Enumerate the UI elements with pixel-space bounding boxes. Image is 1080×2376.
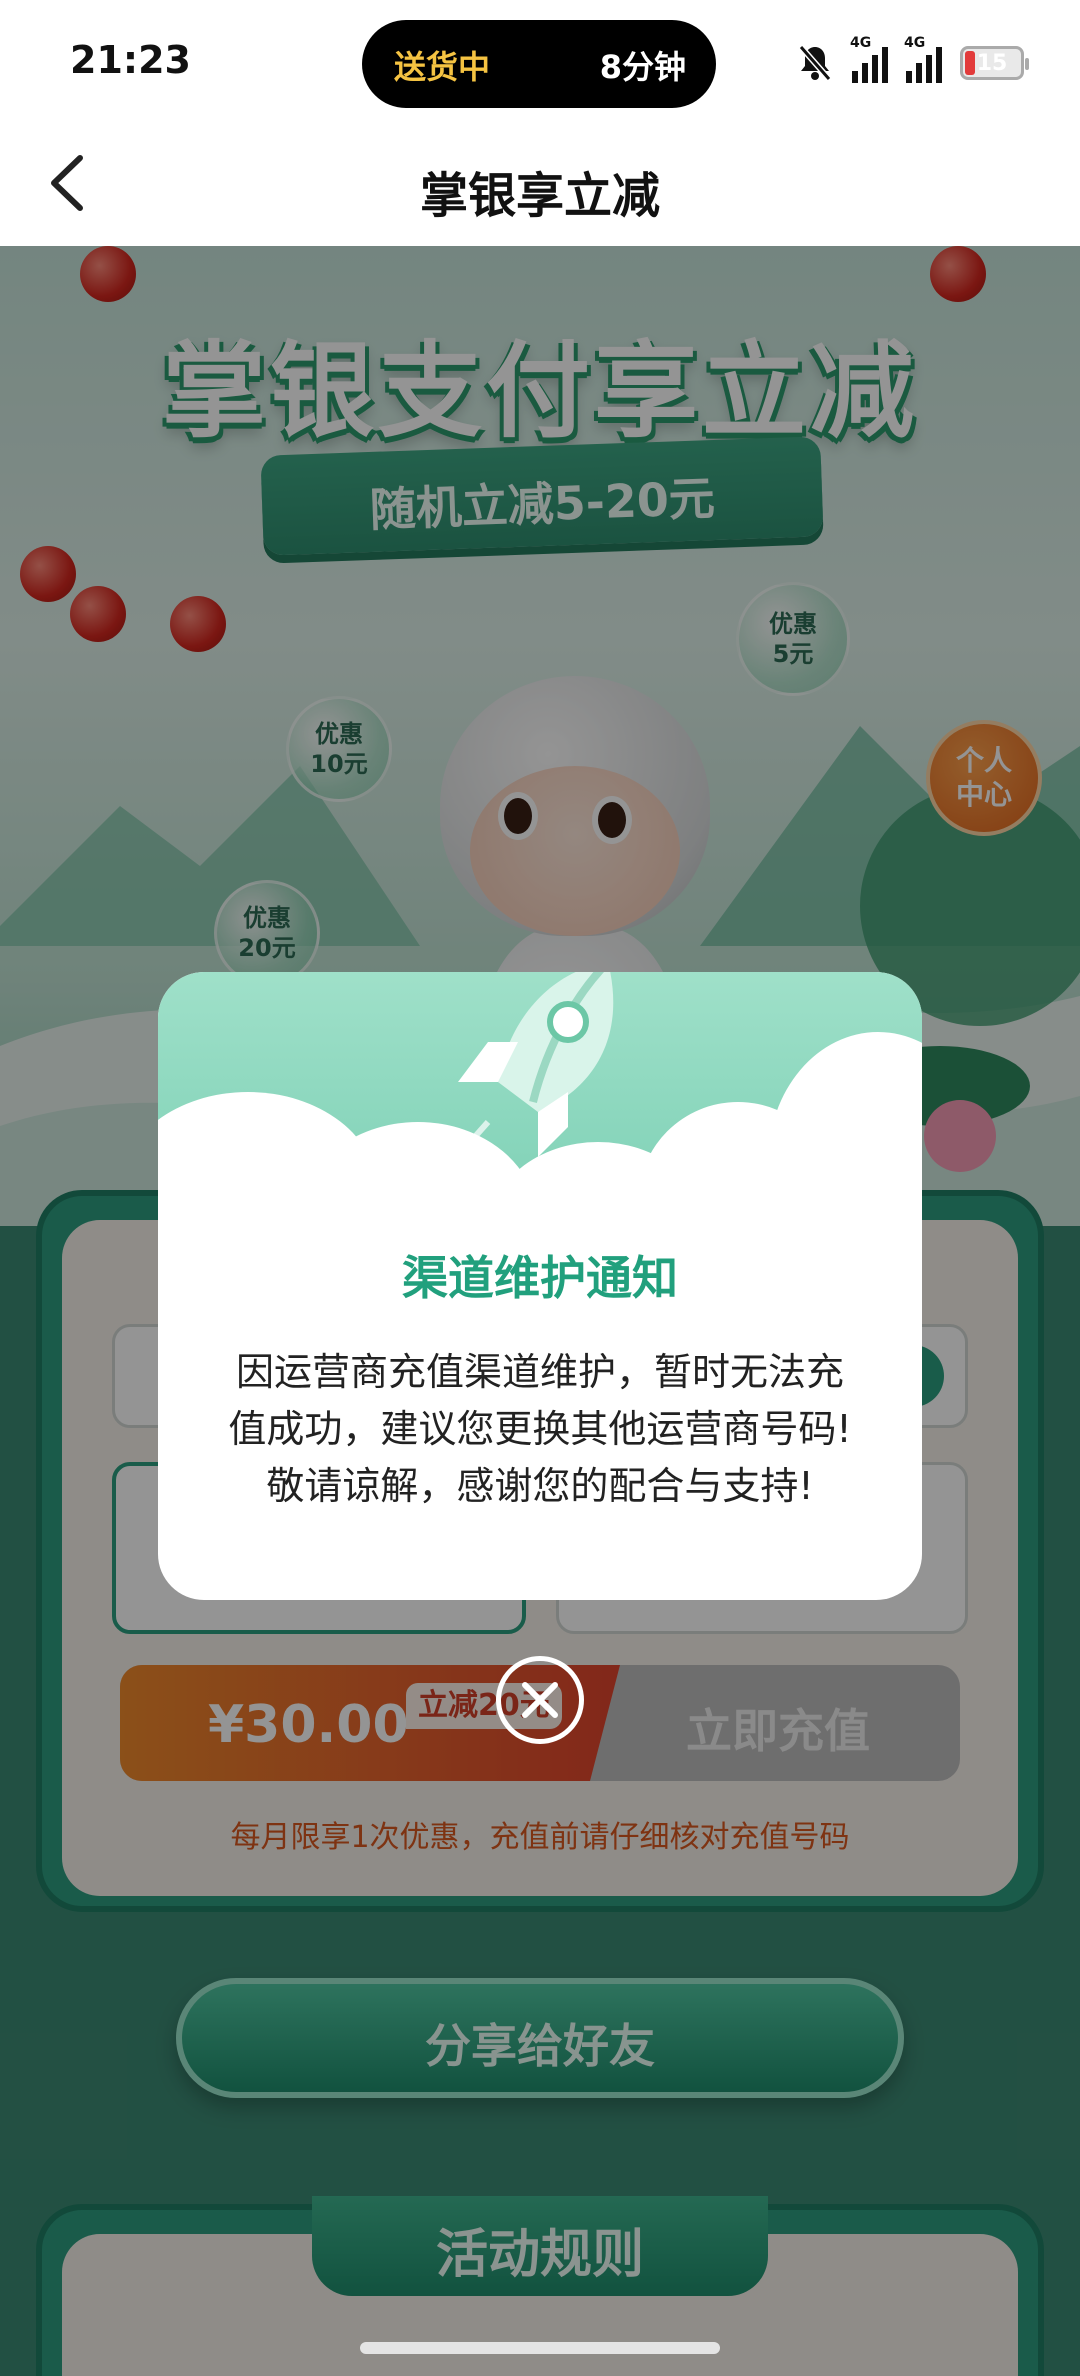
battery-icon: 15 (960, 46, 1029, 80)
battery-level: 15 (976, 51, 1008, 76)
nav-bar: 掌银享立减 (0, 120, 1080, 246)
rocket-icon (445, 972, 614, 1169)
signal-label-2: 4G (904, 35, 926, 51)
status-bar: 21:23 送货中 8分钟 4G 4G 15 (0, 0, 1080, 120)
delivery-eta: 8分钟 (599, 48, 686, 86)
close-icon (522, 1682, 558, 1718)
dialog-close-button[interactable] (496, 1656, 584, 1744)
signal-icon-2: 4G (904, 35, 942, 83)
signal-icon-1: 4G (850, 35, 888, 83)
status-icons: 4G 4G 15 (796, 35, 1029, 88)
bell-off-icon (798, 45, 832, 81)
delivery-status: 送货中 (394, 48, 491, 86)
status-time: 21:23 (70, 38, 191, 82)
maintenance-dialog: 渠道维护通知 因运营商充值渠道维护，暂时无法充值成功，建议您更换其他运营商号码!… (158, 972, 922, 1600)
dialog-header-illustration (158, 972, 922, 1322)
dialog-title: 渠道维护通知 (402, 1251, 678, 1305)
home-indicator[interactable] (360, 2342, 720, 2354)
signal-label-1: 4G (850, 35, 872, 51)
page-title: 掌银享立减 (419, 168, 660, 224)
live-activity-pill[interactable]: 送货中 8分钟 (362, 20, 716, 108)
dialog-message: 因运营商充值渠道维护，暂时无法充值成功，建议您更换其他运营商号码!敬请谅解，感谢… (228, 1350, 852, 1508)
